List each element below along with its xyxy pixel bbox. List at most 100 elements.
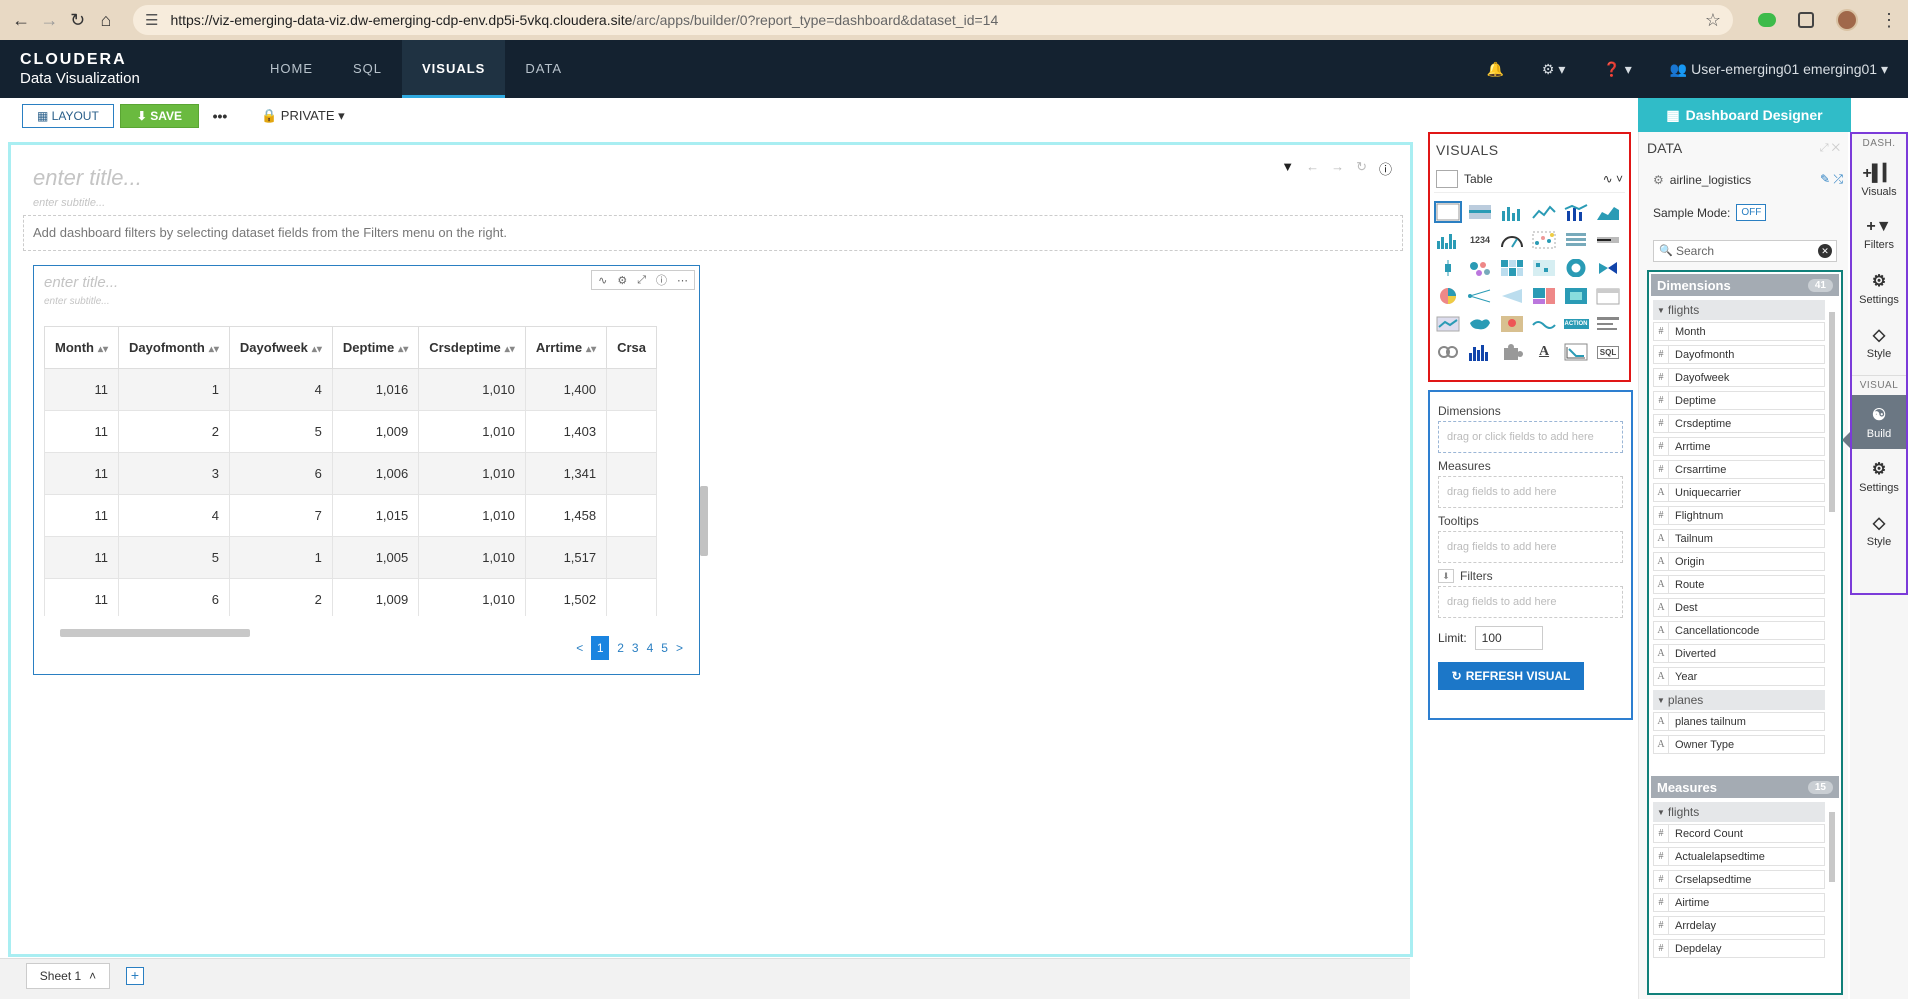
nav-sql[interactable]: SQL — [333, 40, 402, 98]
rail-build[interactable]: ☯ Build — [1852, 395, 1906, 449]
list-icon[interactable] — [1562, 229, 1590, 251]
line-chart-icon[interactable] — [1530, 201, 1558, 223]
bullet-icon[interactable] — [1594, 229, 1622, 251]
field-item[interactable]: # Month — [1653, 322, 1825, 341]
crosstab-icon[interactable] — [1466, 201, 1494, 223]
reload-icon[interactable]: ↻ — [67, 5, 89, 35]
visual-subtitle-input[interactable]: enter subtitle... — [44, 296, 110, 307]
histogram-icon[interactable] — [1434, 229, 1462, 251]
extensions-puzzle-icon[interactable] — [1798, 12, 1814, 28]
area-chart-icon[interactable] — [1594, 201, 1622, 223]
image-icon[interactable] — [1562, 341, 1590, 363]
filter-icon[interactable]: ▼ — [1281, 159, 1294, 178]
scatter-icon[interactable] — [1530, 229, 1558, 251]
column-header[interactable]: Month ▴▾ — [44, 326, 120, 369]
donut-icon[interactable] — [1562, 257, 1590, 279]
profile-avatar[interactable] — [1836, 9, 1858, 31]
dashboard-title-input[interactable]: enter title... — [33, 165, 142, 191]
clear-search-icon[interactable]: ✕ — [1818, 244, 1832, 258]
sample-mode-toggle[interactable]: OFF — [1736, 204, 1767, 221]
table-row[interactable]: 11 1 4 1,016 1,010 1,400 — [44, 368, 658, 411]
map-icon[interactable] — [1466, 313, 1494, 335]
table-row[interactable]: 11 3 6 1,006 1,010 1,341 — [44, 452, 658, 495]
dashboard-filter-area[interactable]: Add dashboard filters by selecting datas… — [23, 215, 1403, 251]
next-page-button[interactable]: > — [676, 641, 683, 655]
table-row[interactable]: 11 5 1 1,005 1,010 1,517 — [44, 536, 658, 579]
field-item[interactable]: A Origin — [1653, 552, 1825, 571]
field-item[interactable]: # Airtime — [1653, 893, 1825, 912]
network-icon[interactable] — [1594, 257, 1622, 279]
field-item[interactable]: A Year — [1653, 667, 1825, 686]
limit-input[interactable]: 100 — [1474, 626, 1543, 650]
extension-icon[interactable] — [1498, 341, 1526, 363]
dendrogram-icon[interactable] — [1466, 285, 1494, 307]
field-item[interactable]: # Arrtime — [1653, 437, 1825, 456]
back-icon[interactable]: ← — [10, 5, 32, 35]
column-header[interactable]: Dayofmonth ▴▾ — [118, 326, 230, 369]
field-item[interactable]: Aplanes tailnum — [1653, 712, 1825, 731]
fields-scrollbar[interactable] — [1829, 312, 1835, 512]
funnel-icon[interactable] — [1498, 285, 1526, 307]
rail-visual-settings[interactable]: ⚙ Settings — [1852, 449, 1906, 503]
measures-scrollbar[interactable] — [1829, 812, 1835, 882]
page-button[interactable]: 1 — [591, 636, 610, 660]
field-item[interactable]: # Crselapsedtime — [1653, 870, 1825, 889]
page-button[interactable]: 4 — [647, 641, 654, 655]
expand-icon[interactable]: ⤢ — [1820, 142, 1829, 154]
field-item[interactable]: # Dayofweek — [1653, 368, 1825, 387]
edit-icon[interactable]: ✎ — [1820, 172, 1830, 186]
sql-icon[interactable]: SQL — [1594, 341, 1622, 363]
refresh-icon[interactable]: ↻ — [1356, 159, 1367, 178]
refresh-visual-button[interactable]: ↻ REFRESH VISUAL — [1438, 662, 1584, 690]
page-button[interactable]: 5 — [661, 641, 668, 655]
filter-download-icon[interactable]: ⬇ — [1438, 569, 1454, 583]
rail-filters[interactable]: +▼ Filters — [1852, 207, 1906, 261]
logo[interactable]: CLOUDERA Data Visualization — [20, 52, 140, 87]
field-item[interactable]: # Crsdeptime — [1653, 414, 1825, 433]
radial-icon[interactable] — [1434, 285, 1462, 307]
heatmap-icon[interactable] — [1498, 257, 1526, 279]
table-row[interactable]: 11 2 5 1,009 1,010 1,403 — [44, 410, 658, 453]
action-icon[interactable]: ACTION — [1562, 313, 1590, 335]
rich-text-icon[interactable] — [1594, 313, 1622, 335]
rail-visuals[interactable]: +▌▎ Visuals — [1852, 153, 1906, 207]
add-sheet-button[interactable]: + — [126, 967, 144, 985]
field-item[interactable]: # Actualelapsedtime — [1653, 847, 1825, 866]
sort-icon[interactable]: ▴▾ — [586, 344, 596, 355]
tooltips-drop-zone[interactable]: drag fields to add here — [1438, 531, 1623, 563]
field-item[interactable]: # Depdelay — [1653, 939, 1825, 958]
column-header[interactable]: Arrtime ▴▾ — [524, 326, 608, 369]
rail-dash-settings[interactable]: ⚙ Settings — [1852, 261, 1906, 315]
sort-icon[interactable]: ▴▾ — [505, 344, 515, 355]
boxplot-icon[interactable] — [1434, 257, 1462, 279]
forward-icon[interactable]: → — [38, 5, 60, 35]
info-icon[interactable]: ⓘ — [656, 272, 667, 288]
chain-link-icon[interactable] — [1434, 341, 1462, 363]
browser-menu-icon[interactable]: ⋮ — [1880, 10, 1898, 31]
column-header[interactable]: Crsdeptime ▴▾ — [418, 326, 526, 369]
field-item[interactable]: A Cancellationcode — [1653, 621, 1825, 640]
column-header[interactable]: Deptime ▴▾ — [331, 326, 420, 369]
field-group-header[interactable]: ▼ flights — [1653, 300, 1825, 320]
field-item[interactable]: # Crsarrtime — [1653, 460, 1825, 479]
gauge-icon[interactable] — [1498, 229, 1526, 251]
field-search-input[interactable]: 🔍 Search ✕ — [1653, 240, 1837, 262]
section-header[interactable]: Measures 15 — [1651, 776, 1839, 798]
help-menu-icon[interactable]: ❓ ▾ — [1603, 61, 1631, 78]
field-item[interactable]: A Route — [1653, 575, 1825, 594]
table-row[interactable]: 11 6 2 1,009 1,010 1,502 — [44, 578, 658, 616]
page-button[interactable]: 2 — [617, 641, 624, 655]
field-item[interactable]: # Dayofmonth — [1653, 345, 1825, 364]
column-chart-icon[interactable] — [1466, 341, 1494, 363]
column-header[interactable]: Dayofweek ▴▾ — [228, 326, 333, 369]
sparkline-icon[interactable] — [1434, 313, 1462, 335]
dashboard-subtitle-input[interactable]: enter subtitle... — [33, 197, 105, 209]
field-item[interactable]: # Flightnum — [1653, 506, 1825, 525]
sort-icon[interactable]: ▴▾ — [312, 344, 322, 355]
gear-menu-icon[interactable]: ⚙ ▾ — [1542, 61, 1565, 78]
correlation-heatmap-icon[interactable] — [1562, 285, 1590, 307]
field-item[interactable]: A Dest — [1653, 598, 1825, 617]
table-row[interactable]: 11 4 7 1,015 1,010 1,458 — [44, 494, 658, 537]
horizontal-scrollbar[interactable] — [60, 629, 250, 637]
field-group-header[interactable]: ▼ planes — [1653, 690, 1825, 710]
